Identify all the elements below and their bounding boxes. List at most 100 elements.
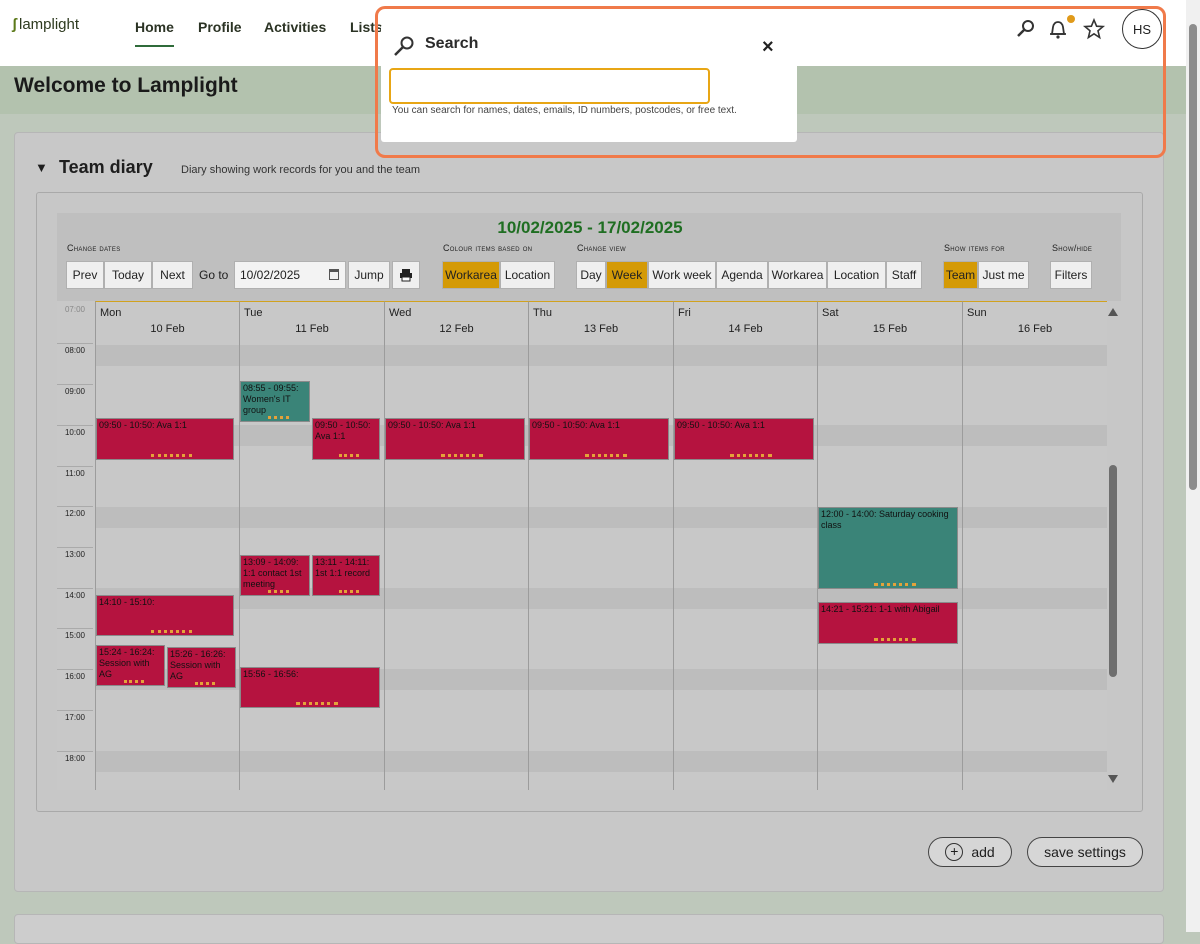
- event-text: 15:26 - 16:26: Session with AG: [170, 649, 226, 681]
- day-header-fri[interactable]: Fri 14 Feb: [673, 301, 817, 345]
- calendar-icon[interactable]: [329, 269, 339, 280]
- print-button[interactable]: [392, 261, 420, 289]
- day-header-tue[interactable]: Tue 11 Feb: [239, 301, 384, 345]
- filters-button[interactable]: Filters: [1050, 261, 1092, 289]
- colour-workarea-button[interactable]: Workarea: [442, 261, 500, 289]
- event-item[interactable]: 09:50 - 10:50: Ava 1:1: [96, 418, 234, 460]
- hour-label: 14:00: [57, 588, 93, 600]
- hour-label: 16:00: [57, 669, 93, 681]
- event-item[interactable]: 12:00 - 14:00: Saturday cooking class: [818, 507, 958, 589]
- hour-label: 08:00: [57, 343, 93, 355]
- prev-button[interactable]: Prev: [66, 261, 104, 289]
- week-calendar-grid: 07:00 08:00 09:00 10:00 11:00 12:00 13:0…: [57, 301, 1107, 790]
- next-button[interactable]: Next: [152, 261, 193, 289]
- event-marker: [268, 590, 289, 593]
- show-team-button[interactable]: Team: [943, 261, 978, 289]
- event-marker: [339, 590, 360, 593]
- event-text: 08:55 - 09:55: Women's IT group: [243, 383, 299, 415]
- add-label: add: [971, 844, 995, 860]
- event-item[interactable]: 13:09 - 14:09: 1:1 contact 1st meeting: [240, 555, 310, 596]
- page-title: Welcome to Lamplight: [14, 74, 238, 97]
- event-text: 15:24 - 16:24: Session with AG: [99, 647, 155, 679]
- go-to-label: Go to: [199, 268, 229, 282]
- event-item[interactable]: 15:24 - 16:24: Session with AG: [96, 645, 165, 686]
- scroll-down-icon[interactable]: [1108, 775, 1118, 783]
- event-item[interactable]: 09:50 - 10:50: Ava 1:1: [529, 418, 669, 460]
- hour-label: 18:00: [57, 751, 93, 763]
- search-title: Search: [425, 35, 479, 52]
- view-location-button[interactable]: Location: [827, 261, 886, 289]
- nav-profile[interactable]: Profile: [198, 19, 242, 35]
- day-name: Wed: [389, 307, 412, 319]
- event-text: 13:09 - 14:09: 1:1 contact 1st meeting: [243, 557, 302, 589]
- search-icon: [394, 36, 414, 56]
- day-name: Fri: [678, 307, 691, 319]
- hour-band: [95, 751, 1107, 772]
- scroll-up-icon[interactable]: [1108, 308, 1118, 316]
- plus-icon: +: [945, 843, 964, 861]
- event-text: 09:50 - 10:50: Ava 1:1: [532, 420, 620, 430]
- event-item[interactable]: 08:55 - 09:55: Women's IT group: [240, 381, 310, 422]
- event-item[interactable]: 13:11 - 14:11: 1st 1:1 record: [312, 555, 380, 596]
- event-item[interactable]: 15:56 - 16:56:: [240, 667, 380, 708]
- nav-home[interactable]: Home: [135, 19, 174, 47]
- event-item[interactable]: 15:26 - 16:26: Session with AG: [167, 647, 236, 688]
- view-workarea-button[interactable]: Workarea: [768, 261, 827, 289]
- today-button[interactable]: Today: [104, 261, 152, 289]
- day-header-wed[interactable]: Wed 12 Feb: [384, 301, 528, 345]
- page-scrollbar[interactable]: [1186, 0, 1200, 932]
- date-input[interactable]: 10/02/2025: [234, 261, 346, 289]
- search-hint: You can search for names, dates, emails,…: [392, 105, 737, 116]
- event-marker: [874, 583, 916, 586]
- collapse-triangle-icon[interactable]: ▼: [35, 160, 48, 175]
- view-staff-button[interactable]: Staff: [886, 261, 922, 289]
- nav-activities[interactable]: Activities: [264, 19, 326, 35]
- colour-location-button[interactable]: Location: [500, 261, 555, 289]
- hour-label: 15:00: [57, 628, 93, 640]
- view-agenda-button[interactable]: Agenda: [716, 261, 768, 289]
- change-dates-label: Change dates: [67, 243, 121, 253]
- event-marker: [123, 680, 144, 683]
- event-item[interactable]: 09:50 - 10:50: Ava 1:1: [674, 418, 814, 460]
- column-divider: [95, 345, 96, 790]
- day-header-mon[interactable]: Mon 10 Feb: [95, 301, 239, 345]
- day-name: Sun: [967, 307, 987, 319]
- event-text: 14:10 - 15:10:: [99, 597, 155, 607]
- printer-icon: [400, 269, 412, 282]
- hour-label: 13:00: [57, 547, 93, 559]
- day-header-sat[interactable]: Sat 15 Feb: [817, 301, 962, 345]
- next-panel: [14, 914, 1164, 944]
- event-text: 13:11 - 14:11: 1st 1:1 record: [315, 557, 371, 578]
- event-item[interactable]: 09:50 - 10:50: Ava 1:1: [385, 418, 525, 460]
- day-header-sun[interactable]: Sun 16 Feb: [962, 301, 1107, 345]
- jump-button[interactable]: Jump: [348, 261, 390, 289]
- day-date: 16 Feb: [1017, 323, 1053, 335]
- view-work-week-button[interactable]: Work week: [648, 261, 716, 289]
- event-marker: [151, 454, 193, 457]
- close-icon[interactable]: ×: [762, 36, 774, 59]
- event-item[interactable]: 14:10 - 15:10:: [96, 595, 234, 636]
- event-marker: [730, 454, 772, 457]
- add-button[interactable]: + add: [928, 837, 1012, 867]
- view-week-button[interactable]: Week: [606, 261, 648, 289]
- view-day-button[interactable]: Day: [576, 261, 606, 289]
- search-input[interactable]: [389, 68, 710, 104]
- column-divider: [528, 345, 529, 790]
- save-settings-button[interactable]: save settings: [1027, 837, 1143, 867]
- event-item[interactable]: 14:21 - 15:21: 1-1 with Abigail: [818, 602, 958, 644]
- column-divider: [673, 345, 674, 790]
- event-text: 14:21 - 15:21: 1-1 with Abigail: [821, 604, 940, 614]
- diary-description: Diary showing work records for you and t…: [181, 164, 421, 176]
- change-view-label: Change view: [577, 243, 626, 253]
- day-header-thu[interactable]: Thu 13 Feb: [528, 301, 673, 345]
- lamplight-logo[interactable]: ʃ lamplight: [12, 16, 79, 33]
- event-item[interactable]: 09:50 - 10:50: Ava 1:1: [312, 418, 380, 460]
- day-date: 12 Feb: [439, 323, 474, 335]
- date-input-value: 10/02/2025: [240, 268, 301, 282]
- column-divider: [962, 345, 963, 790]
- calendar-scroll-thumb[interactable]: [1109, 465, 1117, 677]
- hour-label: 11:00: [57, 466, 93, 478]
- page-scroll-thumb[interactable]: [1189, 24, 1197, 490]
- event-marker: [268, 416, 289, 419]
- show-just-me-button[interactable]: Just me: [978, 261, 1029, 289]
